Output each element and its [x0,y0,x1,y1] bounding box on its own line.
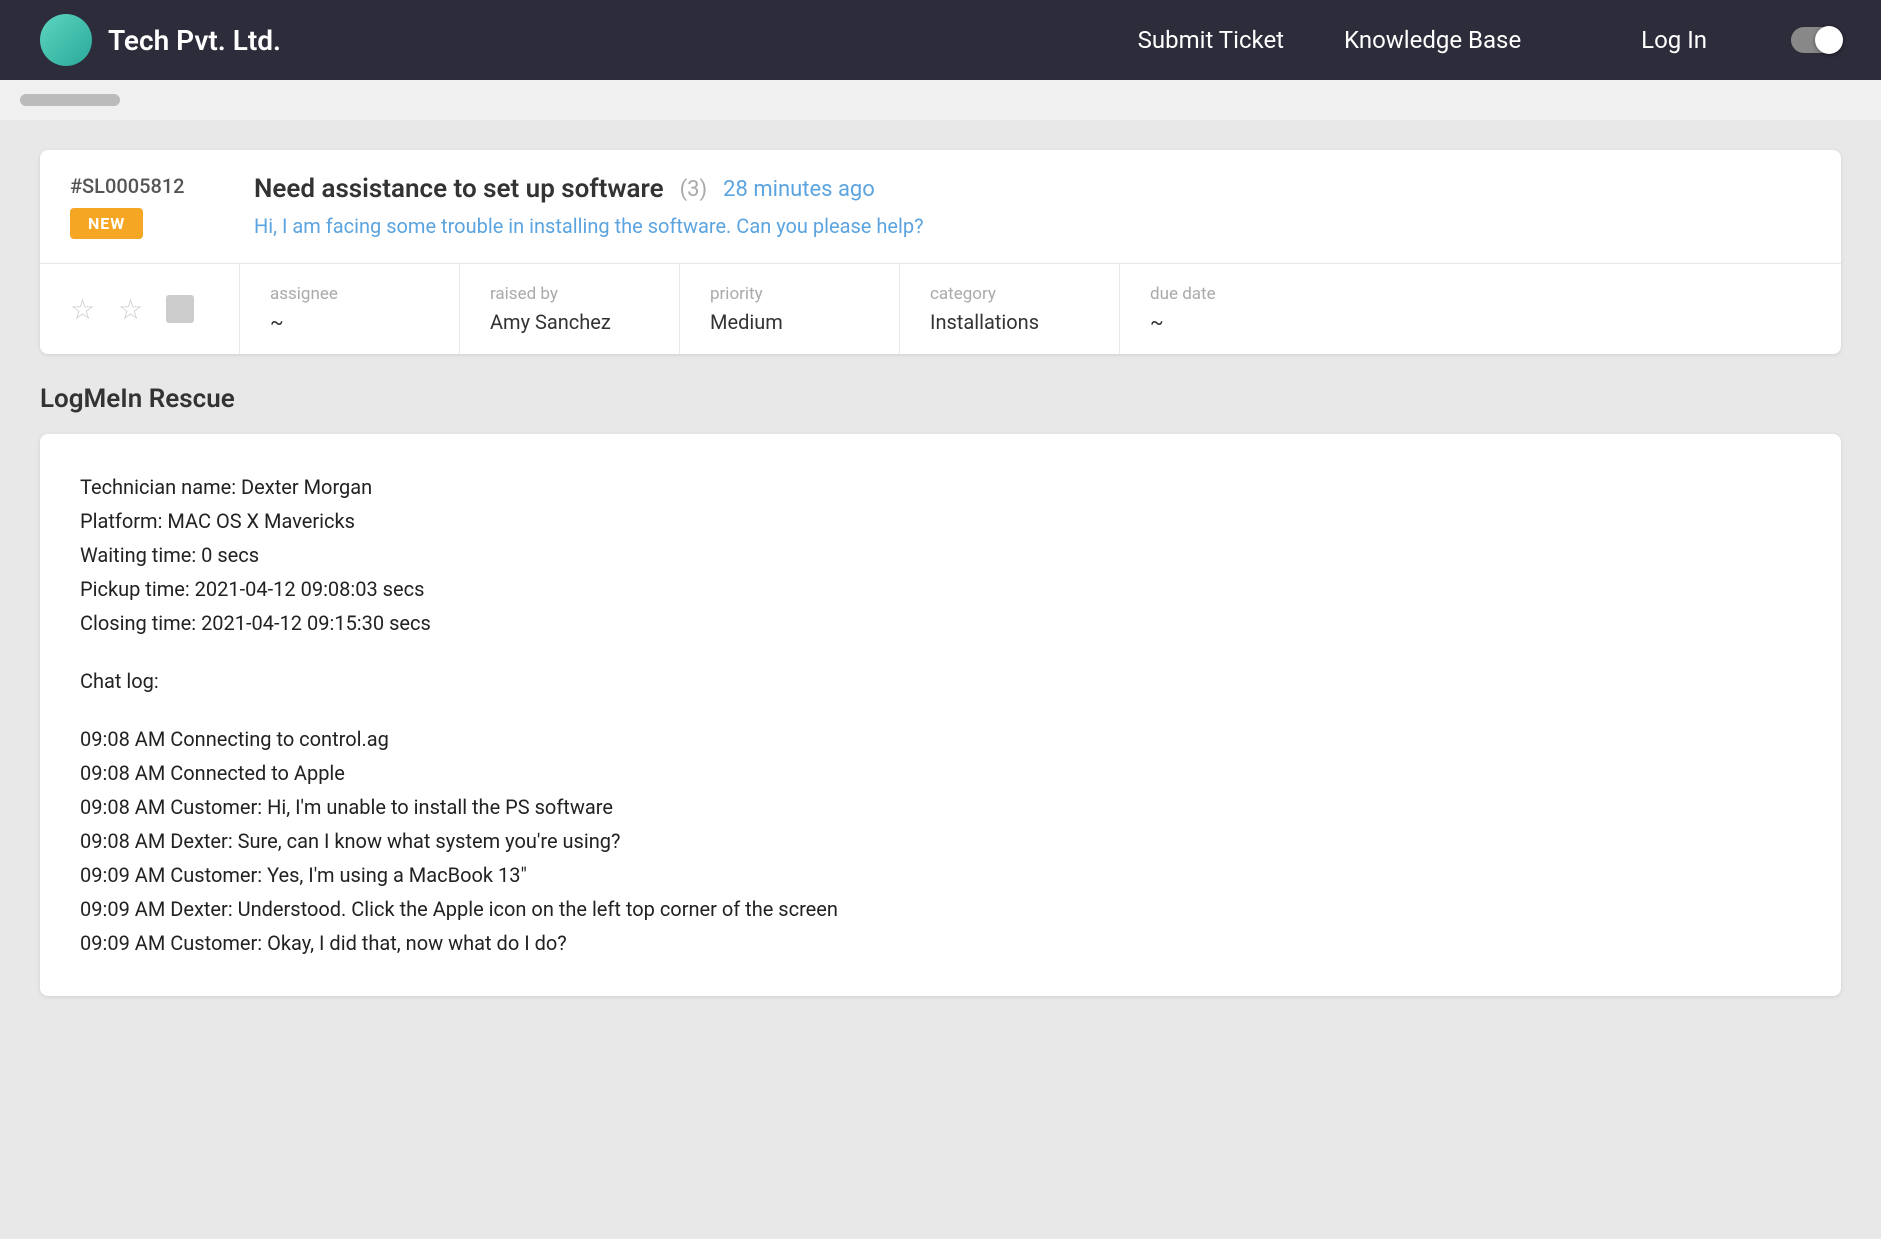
scrollbar-area [0,80,1881,120]
ticket-reply-count: (3) [680,177,708,202]
log-info-lines: Technician name: Dexter Morgan Platform:… [80,470,1801,640]
field-due-date: due date ~ [1120,264,1340,354]
ticket-meta-row: ☆ ☆ assignee ~ raised by Amy Sanchez pri… [40,264,1841,354]
log-line-platform: Platform: MAC OS X Mavericks [80,504,1801,538]
chat-line-5: 09:09 AM Dexter: Understood. Click the A… [80,892,1801,926]
ticket-id-area: #SL0005812 NEW [70,174,230,239]
main-content: #SL0005812 NEW Need assistance to set up… [0,120,1881,1026]
nav-knowledge-base[interactable]: Knowledge Base [1344,26,1521,54]
scrollbar-track[interactable] [20,94,120,106]
toggle-track[interactable] [1791,27,1841,53]
field-assignee: assignee ~ [240,264,460,354]
brand-logo [40,14,92,66]
toggle-thumb [1815,26,1843,54]
star-icon-2[interactable]: ☆ [118,293,150,325]
theme-toggle[interactable] [1791,27,1841,53]
brand-title: Tech Pvt. Ltd. [108,24,281,57]
chat-line-3: 09:08 AM Dexter: Sure, can I know what s… [80,824,1801,858]
raised-by-label: raised by [490,284,649,304]
assignee-value: ~ [270,310,429,334]
field-category: category Installations [900,264,1120,354]
log-line-waiting: Waiting time: 0 secs [80,538,1801,572]
chat-line-0: 09:08 AM Connecting to control.ag [80,722,1801,756]
chat-line-2: 09:08 AM Customer: Hi, I'm unable to ins… [80,790,1801,824]
header-nav: Submit Ticket Knowledge Base Log In [1138,26,1841,54]
due-date-label: due date [1150,284,1310,304]
ticket-status-badge: NEW [70,208,143,239]
field-raised-by: raised by Amy Sanchez [460,264,680,354]
chat-line-6: 09:09 AM Customer: Okay, I did that, now… [80,926,1801,960]
ticket-title: Need assistance to set up software [254,174,664,204]
log-line-technician: Technician name: Dexter Morgan [80,470,1801,504]
due-date-value: ~ [1150,310,1310,334]
log-spacer-2 [80,698,1801,722]
nav-submit-ticket[interactable]: Submit Ticket [1138,26,1284,54]
header: Tech Pvt. Ltd. Submit Ticket Knowledge B… [0,0,1881,80]
chat-line-4: 09:09 AM Customer: Yes, I'm using a MacB… [80,858,1801,892]
ticket-time: 28 minutes ago [723,177,875,202]
category-label: category [930,284,1089,304]
ticket-title-row: Need assistance to set up software (3) 2… [254,174,1811,204]
nav-login[interactable]: Log In [1641,26,1707,54]
chat-line-1: 09:08 AM Connected to Apple [80,756,1801,790]
checkbox-icon[interactable] [166,295,194,323]
priority-label: priority [710,284,869,304]
chat-log-lines: 09:08 AM Connecting to control.ag 09:08 … [80,722,1801,960]
ticket-header: #SL0005812 NEW Need assistance to set up… [40,150,1841,264]
raised-by-value: Amy Sanchez [490,310,649,334]
log-spacer-1 [80,640,1801,664]
log-line-pickup: Pickup time: 2021-04-12 09:08:03 secs [80,572,1801,606]
logmein-section-title: LogMeIn Rescue [40,384,1841,414]
ticket-id: #SL0005812 [70,174,230,198]
log-line-closing: Closing time: 2021-04-12 09:15:30 secs [80,606,1801,640]
ticket-description: Hi, I am facing some trouble in installi… [254,214,1811,238]
priority-value: Medium [710,310,869,334]
log-card: Technician name: Dexter Morgan Platform:… [40,434,1841,996]
category-value: Installations [930,310,1089,334]
chat-log-label: Chat log: [80,664,1801,698]
assignee-label: assignee [270,284,429,304]
field-priority: priority Medium [680,264,900,354]
ticket-actions: ☆ ☆ [40,264,240,354]
header-brand: Tech Pvt. Ltd. [40,14,1138,66]
star-icon-1[interactable]: ☆ [70,293,102,325]
ticket-info: Need assistance to set up software (3) 2… [254,174,1811,238]
ticket-card: #SL0005812 NEW Need assistance to set up… [40,150,1841,354]
